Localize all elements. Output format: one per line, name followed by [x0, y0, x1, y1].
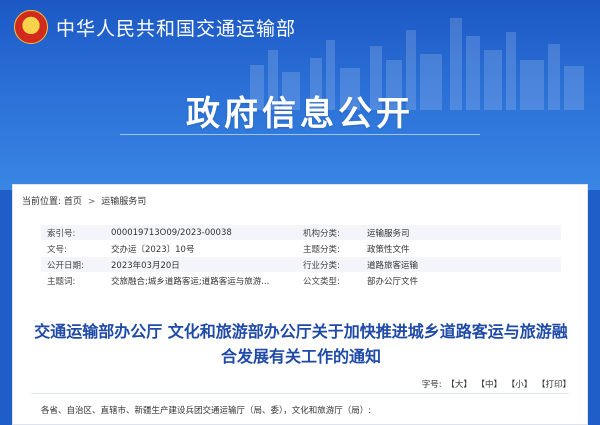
breadcrumb: 当前位置: 首页 > 运输服务司	[22, 194, 146, 207]
font-size-toolbar: 字号: 【大】 【中】 【小】 【打印】	[422, 378, 571, 390]
meta-value: 交旅融合;城乡道路客运;道路客运与旅游...	[105, 272, 297, 289]
table-row: 主题词: 交旅融合;城乡道路客运;道路客运与旅游... 公文类型: 部办公厅文件	[41, 272, 561, 289]
meta-key: 公开日期:	[41, 256, 105, 273]
meta-value: 政策性文件	[361, 240, 561, 257]
table-row: 索引号: 000019713O09/2023-00038 机构分类: 运输服务司	[41, 225, 561, 241]
site-header: ★ 中华人民共和国交通运输部	[14, 10, 296, 44]
meta-value: 交办运〔2023〕10号	[105, 240, 297, 257]
meta-key: 主题词:	[41, 272, 105, 289]
font-large-button[interactable]: 【大】	[446, 380, 472, 390]
page-heading: 政府信息公开	[186, 94, 414, 134]
header-banner: ★ 中华人民共和国交通运输部 政府信息公开	[0, 0, 600, 190]
meta-value: 2023年03月20日	[105, 256, 297, 273]
meta-key: 机构分类:	[297, 225, 361, 241]
national-emblem-icon[interactable]: ★	[14, 10, 48, 44]
document-metadata-table: 索引号: 000019713O09/2023-00038 机构分类: 运输服务司…	[41, 225, 561, 289]
breadcrumb-home-link[interactable]: 首页	[64, 197, 82, 207]
breadcrumb-separator: >	[87, 197, 96, 207]
meta-key: 公文类型:	[297, 272, 361, 289]
table-row: 公开日期: 2023年03月20日 行业分类: 道路旅客运输	[41, 256, 561, 273]
meta-value: 运输服务司	[361, 225, 561, 241]
ministry-name[interactable]: 中华人民共和国交通运输部	[56, 14, 296, 41]
document-title-line-1: 交通运输部办公厅 文化和旅游部办公厅关于加快推进城乡道路客运与旅游融	[34, 322, 568, 341]
document-title-line-2: 合发展有关工作的通知	[220, 347, 381, 366]
meta-value: 000019713O09/2023-00038	[105, 225, 297, 241]
font-size-label: 字号:	[421, 380, 442, 390]
breadcrumb-prefix: 当前位置:	[22, 197, 62, 207]
meta-key: 文号:	[41, 240, 105, 257]
print-button[interactable]: 【打印】	[537, 380, 571, 390]
content-divider	[31, 393, 569, 394]
content-panel: 当前位置: 首页 > 运输服务司 索引号: 000019713O09/2023-…	[12, 184, 588, 425]
meta-value: 部办公厅文件	[361, 272, 561, 289]
font-small-button[interactable]: 【小】	[507, 380, 533, 390]
meta-key: 索引号:	[41, 225, 105, 241]
document-body-first-line: 各省、自治区、直辖市、新疆生产建设兵团交通运输厅（局、委），文化和旅游厅（局）:	[41, 406, 372, 416]
table-row: 文号: 交办运〔2023〕10号 主题分类: 政策性文件	[41, 240, 561, 257]
heading-divider	[120, 134, 480, 135]
meta-key: 行业分类:	[297, 256, 361, 273]
meta-key: 主题分类:	[297, 240, 361, 257]
breadcrumb-department-link[interactable]: 运输服务司	[101, 197, 146, 207]
meta-value: 道路旅客运输	[361, 256, 561, 273]
font-medium-button[interactable]: 【中】	[477, 380, 503, 390]
document-title: 交通运输部办公厅 文化和旅游部办公厅关于加快推进城乡道路客运与旅游融 合发展有关…	[33, 319, 569, 369]
